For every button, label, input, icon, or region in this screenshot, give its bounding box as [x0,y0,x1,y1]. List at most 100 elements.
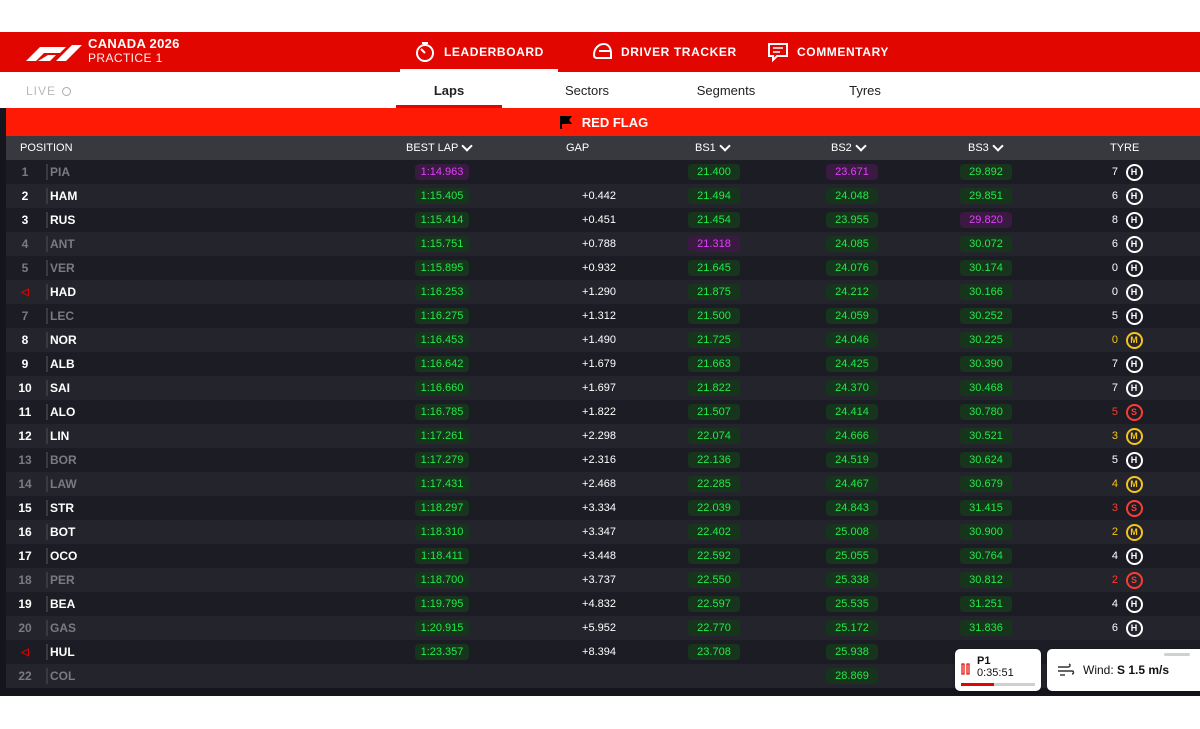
tyre-laps: 6 [1111,190,1118,202]
driver-code[interactable]: COL [50,664,75,688]
bs2-cell: 24.076 [824,256,880,280]
bs1-cell: 21.494 [686,184,742,208]
driver-code[interactable]: BOT [50,520,75,544]
live-label: LIVE [26,84,57,98]
driver-code[interactable]: RUS [50,208,75,232]
best-cell: 1:18.411 [414,544,470,568]
drag-handle[interactable] [1164,653,1190,656]
table-row[interactable]: 8 NOR 1:16.453 +1.490 21.725 24.046 30.225 0 M [6,328,1200,352]
bs2-cell: 28.869 [824,664,880,688]
driver-code[interactable]: STR [50,496,74,520]
driver-code[interactable]: SAI [50,376,70,400]
table-row[interactable]: ◁ HAD 1:16.253 +1.290 21.875 24.212 30.166 0 H [6,280,1200,304]
driver-code[interactable]: GAS [50,616,76,640]
col-bs3[interactable]: BS3 [968,136,1004,160]
driver-code[interactable]: VER [50,256,75,280]
helmet-icon [592,42,612,59]
table-row[interactable]: 13 BOR 1:17.279 +2.316 22.136 24.519 30.624 5 H [6,448,1200,472]
bs3-value: 30.780 [960,404,1012,420]
driver-code[interactable]: HUL [50,640,75,664]
table-row[interactable]: 5 VER 1:15.895 +0.932 21.645 24.076 30.174 0 H [6,256,1200,280]
team-color-bar [46,644,48,660]
tyre-compound-icon: H [1125,619,1143,637]
subtab-sectors[interactable]: Sectors [534,72,640,108]
gap-cell: +0.788 [582,238,616,250]
best-cell: 1:16.642 [414,352,470,376]
weather-widget[interactable]: Wind: S 1.5 m/s [1047,649,1200,691]
col-bs2-label: BS2 [831,142,852,154]
tab-leaderboard[interactable]: LEADERBOARD [400,32,558,72]
table-row[interactable]: 3 RUS 1:15.414 +0.451 21.454 23.955 29.820 8 H [6,208,1200,232]
position-cell: 9 [21,357,29,371]
col-best-lap[interactable]: BEST LAP [406,136,474,160]
table-row[interactable]: 16 BOT 1:18.310 +3.347 22.402 25.008 30.900 2 M [6,520,1200,544]
tyre-cell: S [1124,496,1144,520]
position-cell: 4 [21,237,29,251]
driver-code[interactable]: LAW [50,472,77,496]
col-bs1[interactable]: BS1 [695,136,731,160]
bs3-cell: 30.812 [958,568,1014,592]
table-row[interactable]: 12 LIN 1:17.261 +2.298 22.074 24.666 30.521 3 M [6,424,1200,448]
driver-code[interactable]: LIN [50,424,69,448]
team-color-bar [46,452,48,468]
table-row[interactable]: 9 ALB 1:16.642 +1.679 21.663 24.425 30.390 7 H [6,352,1200,376]
driver-code[interactable]: ALB [50,352,75,376]
table-row[interactable]: 19 BEA 1:19.795 +4.832 22.597 25.535 31.251 4 H [6,592,1200,616]
subtab-tyres[interactable]: Tyres [812,72,918,108]
tyre-laps: 0 [1111,262,1118,274]
f1-logo-icon[interactable] [26,42,82,62]
table-row[interactable]: 4 ANT 1:15.751 +0.788 21.318 24.085 30.072 6 H [6,232,1200,256]
driver-code[interactable]: PER [50,568,75,592]
tab-commentary[interactable]: COMMENTARY [767,32,889,72]
tyre-compound-icon: H [1125,379,1143,397]
bs1-cell: 22.592 [686,544,742,568]
bs3-cell: 30.252 [958,304,1014,328]
subtab-laps[interactable]: Laps [396,72,502,108]
table-row[interactable]: 15 STR 1:18.297 +3.334 22.039 24.843 31.415 3 S [6,496,1200,520]
col-bs2[interactable]: BS2 [831,136,867,160]
tyre-cell: H [1124,616,1144,640]
table-row[interactable]: 14 LAW 1:17.431 +2.468 22.285 24.467 30.679 4 M [6,472,1200,496]
bs1-cell: 21.725 [686,328,742,352]
bs3-cell: 30.780 [958,400,1014,424]
session-clock-widget[interactable]: P1 0:35:51 [955,649,1041,691]
bs1-value: 22.592 [688,548,740,564]
best-cell: 1:17.431 [414,472,470,496]
chevron-down-icon [855,140,867,152]
driver-code[interactable]: OCO [50,544,77,568]
best-value: 1:15.895 [414,260,470,276]
driver-code[interactable]: ALO [50,400,75,424]
tyre-compound-icon: H [1125,187,1143,205]
tab-leaderboard-label: LEADERBOARD [444,45,544,59]
table-row[interactable]: 1 PIA 1:14.963 21.400 23.671 29.892 7 H [6,160,1200,184]
driver-code[interactable]: BOR [50,448,77,472]
table-row[interactable]: 7 LEC 1:16.275 +1.312 21.500 24.059 30.252 5 H [6,304,1200,328]
driver-code[interactable]: HAD [50,280,76,304]
driver-code[interactable]: BEA [50,592,75,616]
tab-driver-tracker[interactable]: DRIVER TRACKER [591,32,737,72]
tyre-laps: 5 [1111,310,1118,322]
session-progress-fill [961,683,995,686]
table-row[interactable]: 11 ALO 1:16.785 +1.822 21.507 24.414 30.780 5 S [6,400,1200,424]
tyre-compound-icon: S [1125,499,1143,517]
tyre-laps: 6 [1111,238,1118,250]
table-row[interactable]: 10 SAI 1:16.660 +1.697 21.822 24.370 30.468 7 H [6,376,1200,400]
driver-code[interactable]: NOR [50,328,77,352]
table-row[interactable]: 20 GAS 1:20.915 +5.952 22.770 25.172 31.836 6 H [6,616,1200,640]
tyre-laps: 2 [1111,574,1118,586]
table-row[interactable]: 18 PER 1:18.700 +3.737 22.550 25.338 30.812 2 S [6,568,1200,592]
tyre-laps: 2 [1111,526,1118,538]
tyre-cell: M [1124,520,1144,544]
bs2-value: 25.338 [826,572,878,588]
table-row[interactable]: 17 OCO 1:18.411 +3.448 22.592 25.055 30.764 4 H [6,544,1200,568]
bs2-value: 24.046 [826,332,878,348]
gap-cell: +3.448 [582,550,616,562]
driver-code[interactable]: ANT [50,232,75,256]
bs3-cell: 30.174 [958,256,1014,280]
driver-code[interactable]: LEC [50,304,74,328]
subtab-segments[interactable]: Segments [673,72,779,108]
driver-code[interactable]: HAM [50,184,77,208]
table-row[interactable]: 2 HAM 1:15.405 +0.442 21.494 24.048 29.851 6 H [6,184,1200,208]
driver-code[interactable]: PIA [50,160,70,184]
live-indicator[interactable]: LIVE [26,84,72,98]
